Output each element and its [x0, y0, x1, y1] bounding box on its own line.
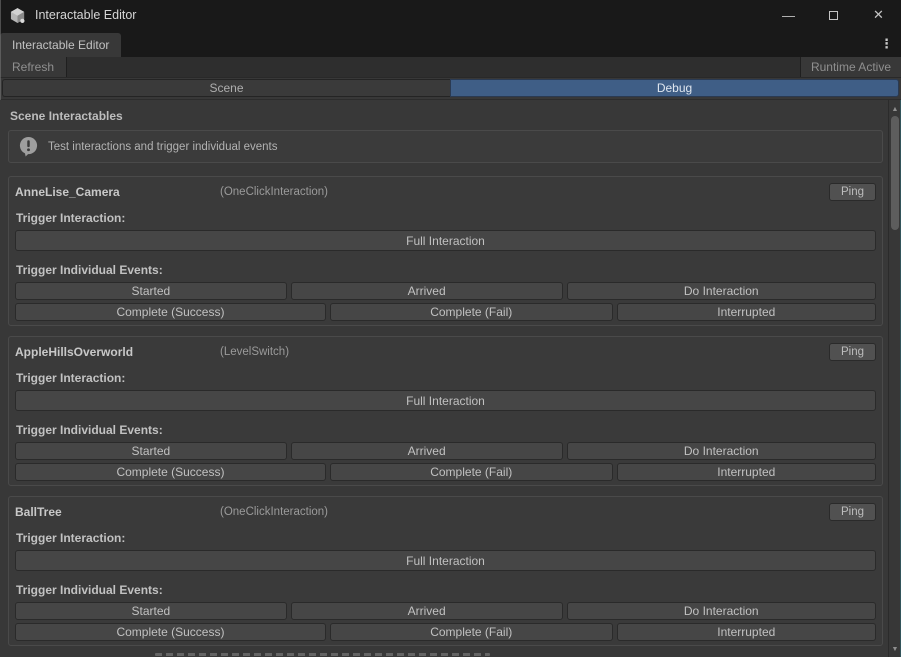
full-interaction-button[interactable]: Full Interaction	[15, 390, 876, 411]
complete-success-button[interactable]: Complete (Success)	[15, 463, 326, 481]
tab-interactable-editor[interactable]: Interactable Editor	[0, 33, 121, 57]
trigger-interaction-label: Trigger Interaction:	[16, 371, 875, 385]
runtime-active-indicator: Runtime Active	[800, 57, 901, 77]
event-button-row: Started Arrived Do Interaction	[15, 442, 876, 460]
interrupted-button[interactable]: Interrupted	[617, 463, 876, 481]
complete-fail-button[interactable]: Complete (Fail)	[330, 303, 613, 321]
arrived-button[interactable]: Arrived	[291, 442, 563, 460]
interactable-name: AppleHillsOverworld	[15, 345, 220, 359]
interrupted-button[interactable]: Interrupted	[617, 303, 876, 321]
window-edge-highlight-left	[0, 0, 1, 100]
complete-fail-button[interactable]: Complete (Fail)	[330, 623, 613, 641]
arrived-button[interactable]: Arrived	[291, 602, 563, 620]
scroll-up-icon: ▲	[892, 106, 899, 113]
unity-cube-icon	[9, 7, 26, 24]
interactable-type: (OneClickInteraction)	[220, 186, 829, 198]
complete-success-button[interactable]: Complete (Success)	[15, 303, 326, 321]
info-bubble-icon	[18, 136, 39, 157]
full-interaction-button[interactable]: Full Interaction	[15, 230, 876, 251]
refresh-button[interactable]: Refresh	[0, 57, 67, 77]
started-button[interactable]: Started	[15, 602, 287, 620]
event-button-row: Complete (Success) Complete (Fail) Inter…	[15, 463, 876, 481]
interactable-type: (OneClickInteraction)	[220, 506, 829, 518]
minimize-button[interactable]: —	[766, 0, 811, 30]
ping-button[interactable]: Ping	[829, 183, 876, 201]
event-button-row: Complete (Success) Complete (Fail) Inter…	[15, 623, 876, 641]
toolbar: Refresh Runtime Active	[0, 57, 901, 78]
help-box: Test interactions and trigger individual…	[8, 130, 883, 163]
event-button-row: Started Arrived Do Interaction	[15, 602, 876, 620]
close-icon: ✕	[873, 7, 884, 23]
do-interaction-button[interactable]: Do Interaction	[567, 602, 877, 620]
interactable-section-applehills-overworld: AppleHillsOverworld (LevelSwitch) Ping T…	[8, 336, 883, 486]
tab-label: Interactable Editor	[12, 38, 109, 52]
maximize-icon	[829, 11, 838, 20]
full-interaction-button[interactable]: Full Interaction	[15, 550, 876, 571]
interactable-type: (LevelSwitch)	[220, 346, 829, 358]
interactable-section-balltree: BallTree (OneClickInteraction) Ping Trig…	[8, 496, 883, 646]
close-button[interactable]: ✕	[856, 0, 901, 30]
section-header: AnneLise_Camera (OneClickInteraction) Pi…	[15, 182, 876, 202]
do-interaction-button[interactable]: Do Interaction	[567, 442, 877, 460]
started-button[interactable]: Started	[15, 282, 287, 300]
interactable-section-annelise-camera: AnneLise_Camera (OneClickInteraction) Pi…	[8, 176, 883, 326]
panel-title: Scene Interactables	[10, 109, 883, 124]
window-titlebar: Interactable Editor — ✕	[0, 0, 901, 30]
window-controls: — ✕	[766, 0, 901, 30]
event-button-row: Complete (Success) Complete (Fail) Inter…	[15, 303, 876, 321]
debug-toggle-button[interactable]: Debug	[450, 79, 899, 97]
trigger-interaction-label: Trigger Interaction:	[16, 211, 875, 225]
kebab-menu-icon: ⋮	[880, 36, 893, 51]
help-text: Test interactions and trigger individual…	[48, 141, 278, 153]
interactable-name: BallTree	[15, 505, 220, 519]
maximize-button[interactable]	[811, 0, 856, 30]
trigger-events-label: Trigger Individual Events:	[16, 263, 875, 277]
trigger-events-label: Trigger Individual Events:	[16, 423, 875, 437]
scroll-down-icon: ▼	[892, 646, 899, 653]
scene-interactables-panel: Scene Interactables Test interactions an…	[0, 100, 888, 657]
scrollbar-thumb[interactable]	[891, 116, 899, 230]
event-button-row: Started Arrived Do Interaction	[15, 282, 876, 300]
arrived-button[interactable]: Arrived	[291, 282, 563, 300]
complete-success-button[interactable]: Complete (Success)	[15, 623, 326, 641]
trigger-events-label: Trigger Individual Events:	[16, 583, 875, 597]
started-button[interactable]: Started	[15, 442, 287, 460]
trigger-interaction-label: Trigger Interaction:	[16, 531, 875, 545]
do-interaction-button[interactable]: Do Interaction	[567, 282, 877, 300]
tab-menu-button[interactable]: ⋮	[872, 36, 901, 52]
interactable-name: AnneLise_Camera	[15, 185, 220, 199]
complete-fail-button[interactable]: Complete (Fail)	[330, 463, 613, 481]
view-toggle: Scene Debug	[0, 78, 901, 100]
minimize-icon: —	[782, 8, 795, 23]
clipped-next-row	[155, 653, 490, 656]
ping-button[interactable]: Ping	[829, 503, 876, 521]
section-header: AppleHillsOverworld (LevelSwitch) Ping	[15, 342, 876, 362]
ping-button[interactable]: Ping	[829, 343, 876, 361]
window-title: Interactable Editor	[35, 8, 136, 22]
tab-bar: Interactable Editor ⋮	[0, 30, 901, 57]
scene-toggle-button[interactable]: Scene	[2, 79, 450, 97]
section-header: BallTree (OneClickInteraction) Ping	[15, 502, 876, 522]
interrupted-button[interactable]: Interrupted	[617, 623, 876, 641]
